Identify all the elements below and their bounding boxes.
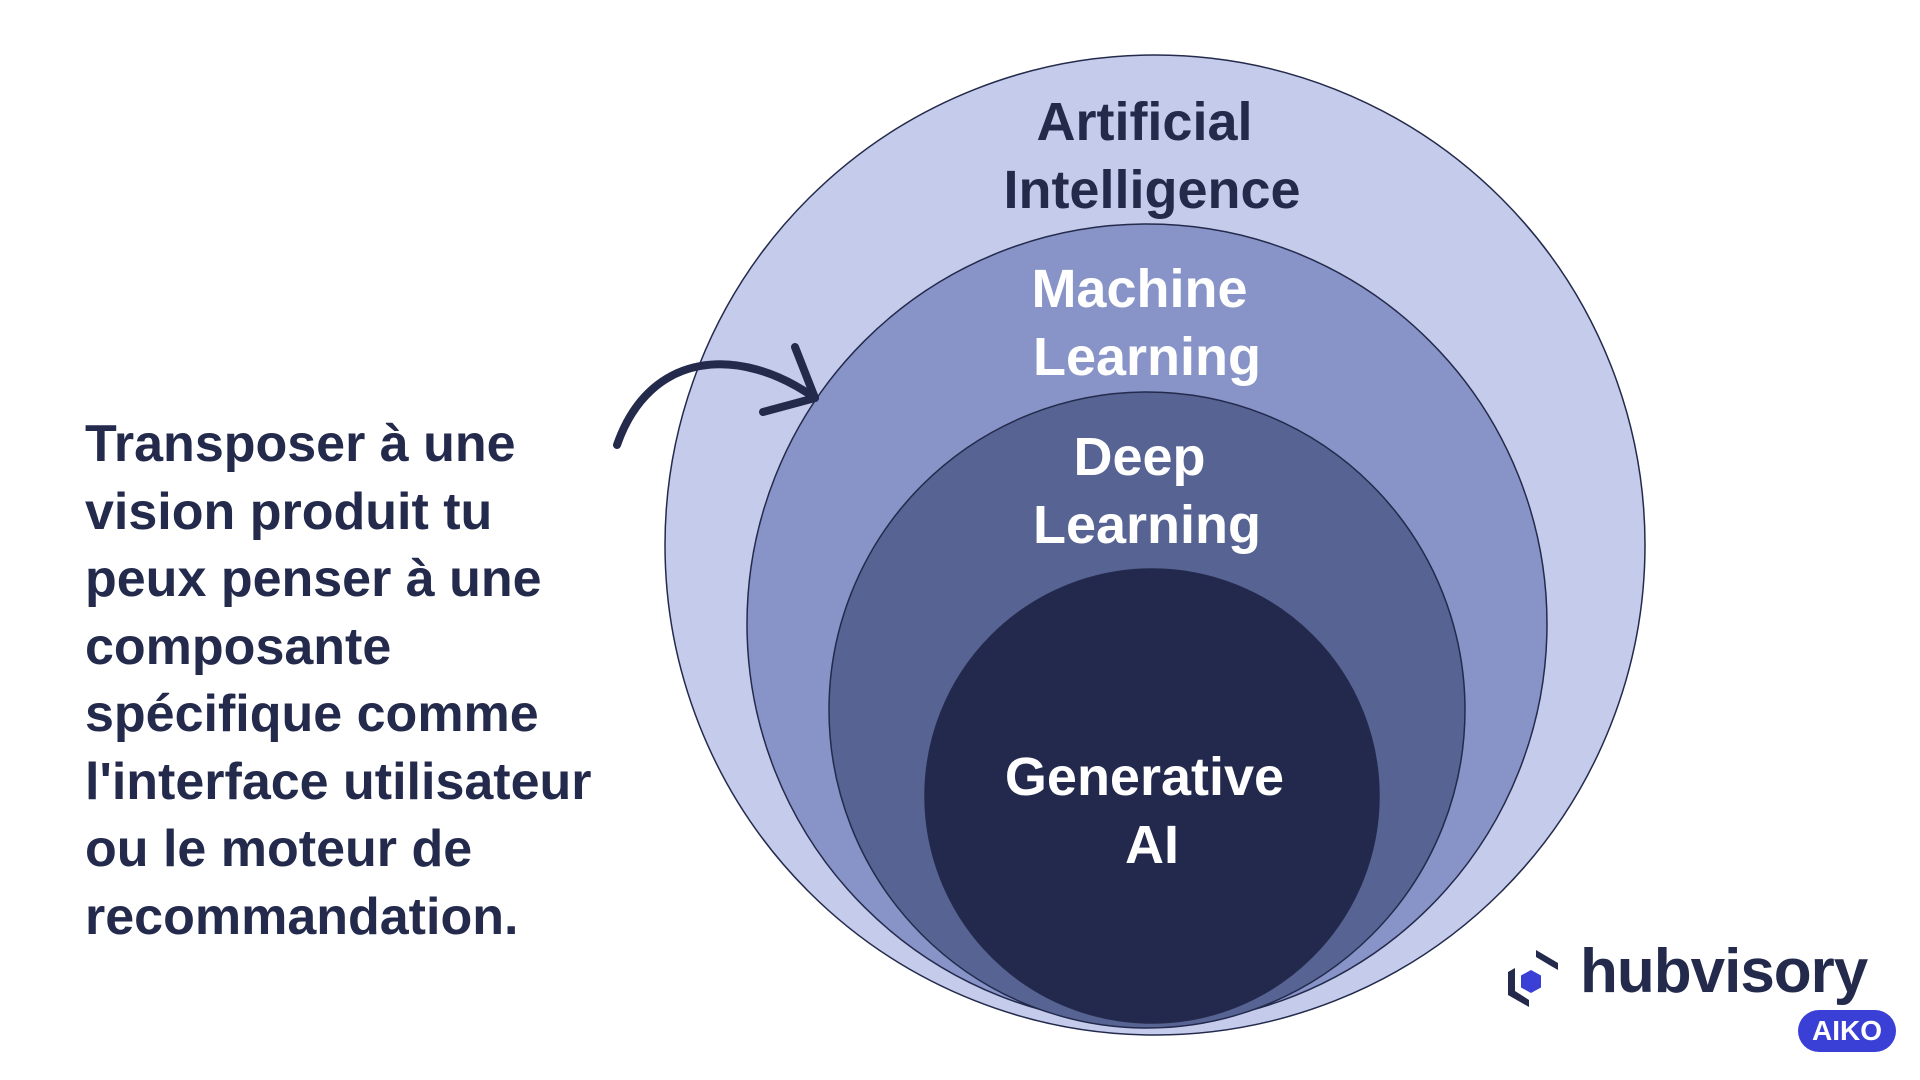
caption-line: composante xyxy=(85,617,392,676)
caption-line: spécifique comme xyxy=(85,685,539,743)
label-line: Generative xyxy=(1005,747,1284,807)
label-line: Learning xyxy=(1033,327,1261,387)
label-line: Deep xyxy=(1073,427,1205,487)
label-line: AI xyxy=(1125,815,1179,875)
caption-line: Transposer à une xyxy=(85,415,516,473)
caption-line: l'interface utilisateur xyxy=(85,752,592,811)
caption-text: Transposer à une vision produit tu peux … xyxy=(85,411,685,951)
label-line: Machine xyxy=(1031,259,1247,319)
hubvisory-logo: hubvisory AIKO xyxy=(1496,937,1896,1056)
caption-line: vision produit tu xyxy=(85,482,493,541)
label-line: Intelligence xyxy=(1003,160,1300,220)
label-line: Artificial xyxy=(1036,92,1252,152)
caption-line: recommandation. xyxy=(85,887,519,946)
hubvisory-wordmark: hubvisory xyxy=(1580,937,1868,1006)
aiko-badge: AIKO xyxy=(1798,1010,1896,1052)
caption-line: peux penser à une xyxy=(85,550,542,608)
caption-line: ou le moteur de xyxy=(85,820,473,878)
label-line: Learning xyxy=(1033,495,1261,555)
hubvisory-hexagon-icon xyxy=(1508,950,1558,1007)
